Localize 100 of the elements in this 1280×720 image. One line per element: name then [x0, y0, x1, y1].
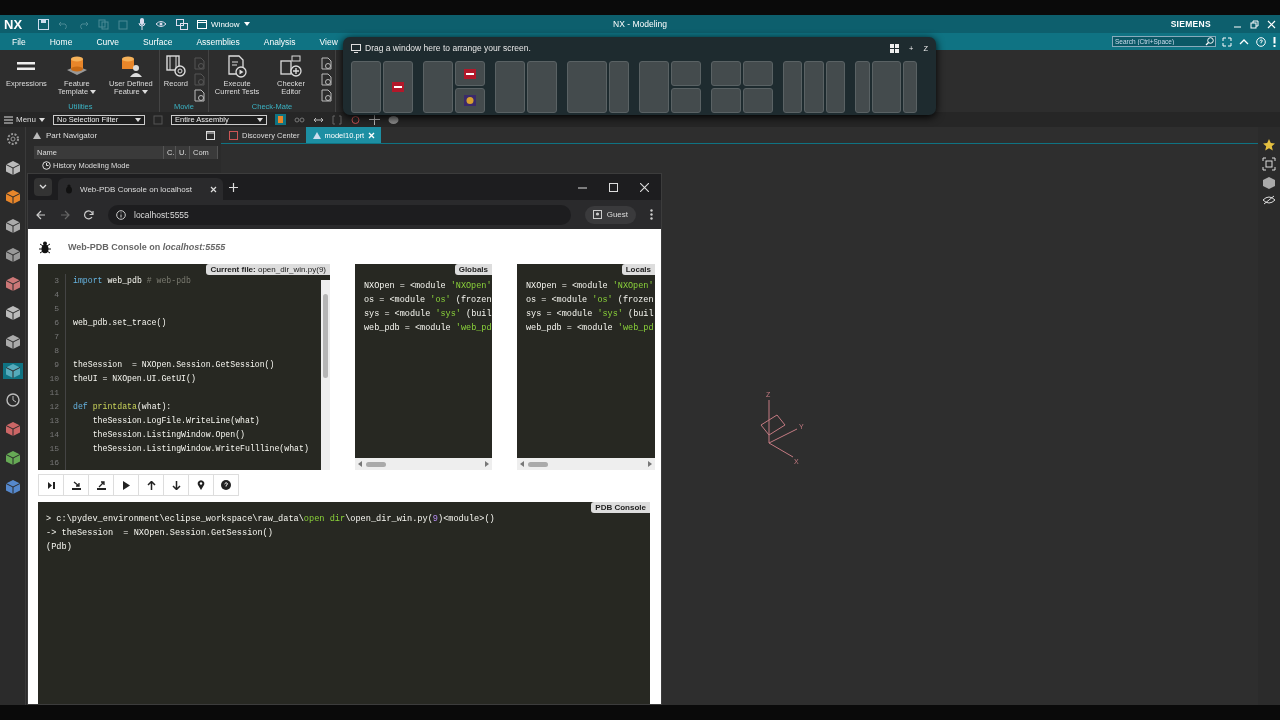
- menu-tab[interactable]: Curve: [96, 34, 120, 49]
- back-icon[interactable]: [36, 209, 46, 220]
- clock-icon: [4, 392, 21, 408]
- menu-tab[interactable]: File: [12, 34, 26, 49]
- cube-icon: [4, 334, 21, 350]
- star-icon[interactable]: [1263, 139, 1275, 151]
- debugger-button[interactable]: [138, 474, 164, 496]
- browser-tab[interactable]: Web-PDB Console on localhost: [58, 178, 223, 200]
- console-line: > c:\pydev_environment\eclipse_workspace\raw_data\open dir\open_dir_win.py(9)<module>(): [45, 513, 496, 526]
- book-icon: [229, 130, 238, 140]
- restore-icon[interactable]: [1250, 19, 1259, 29]
- document-plus-icon: [279, 54, 304, 78]
- variable-line: NXOpen = <module 'NXOpen': [363, 280, 492, 293]
- microphone-icon[interactable]: [138, 18, 147, 30]
- sphere-icon[interactable]: [388, 114, 399, 125]
- cube-icon[interactable]: [1263, 177, 1275, 189]
- maximize-icon[interactable]: [206, 130, 215, 140]
- snap-hint: Drag a window here to arrange your screen.: [365, 43, 531, 53]
- current-file-label: Current file: open_dir_win.py(9): [206, 264, 330, 275]
- address-bar[interactable]: localhost:5555: [108, 204, 571, 225]
- cube-icon: [4, 450, 21, 466]
- scrollbar[interactable]: [517, 458, 655, 470]
- variable-line: NXOpen = <module 'NXOpen': [525, 280, 655, 293]
- maximize-icon[interactable]: [609, 182, 618, 192]
- panel-label: PDB Console: [591, 502, 650, 513]
- eye-slash-icon[interactable]: [1262, 195, 1276, 205]
- line-number: 16: [38, 456, 66, 470]
- scroll-left-icon: [520, 461, 524, 467]
- tab-search-button[interactable]: [34, 178, 52, 196]
- scrollbar[interactable]: [355, 458, 492, 470]
- debugger-button[interactable]: [113, 474, 139, 496]
- variable-line: os = <module 'os' (frozen: [363, 294, 492, 307]
- variable-line: os = <module 'os' (frozen: [525, 294, 655, 307]
- scrollbar-thumb[interactable]: [366, 461, 386, 467]
- app-tile-icon: [464, 68, 476, 79]
- snap-point-icon[interactable]: [350, 114, 361, 125]
- windows-icon[interactable]: [176, 18, 189, 30]
- eye-icon[interactable]: [155, 20, 168, 28]
- scroll-right-icon: [648, 461, 652, 467]
- forward-icon[interactable]: [60, 209, 70, 220]
- monitor-icon: [351, 43, 361, 53]
- debugger-button[interactable]: [188, 474, 214, 496]
- caret-icon: [39, 117, 45, 122]
- windows-key-icon: [890, 43, 899, 53]
- help-icon[interactable]: [1256, 36, 1266, 47]
- close-icon[interactable]: [210, 185, 217, 193]
- menu-tab[interactable]: Surface: [143, 34, 173, 49]
- code-line: theSession = NXOpen.Session.GetSession(): [72, 359, 276, 371]
- document-icon: [193, 57, 206, 70]
- scrollbar-thumb[interactable]: [528, 461, 548, 467]
- link-icon[interactable]: [294, 114, 305, 125]
- arrow-up-icon: [146, 480, 156, 490]
- debugger-button[interactable]: [213, 474, 239, 496]
- step-over-icon: [46, 480, 56, 490]
- app-tile-icon: [392, 82, 404, 92]
- line-number: 13: [38, 414, 66, 428]
- line-number: 8: [38, 344, 66, 358]
- chevron-up-icon[interactable]: [1239, 38, 1249, 45]
- resource-tab[interactable]: [2, 363, 23, 379]
- search-icon: [1205, 37, 1214, 46]
- close-icon[interactable]: [640, 182, 649, 192]
- line-number: 14: [38, 428, 66, 442]
- debugger-button[interactable]: [163, 474, 189, 496]
- debugger-button[interactable]: [38, 474, 64, 496]
- more-icon[interactable]: [650, 209, 653, 220]
- alert-icon[interactable]: [1273, 36, 1276, 47]
- menu-tab[interactable]: Assemblies: [196, 34, 240, 49]
- crosshair-icon[interactable]: [369, 114, 380, 125]
- line-number: 10: [38, 372, 66, 386]
- snap-zone[interactable]: [455, 61, 485, 86]
- person-icon: [592, 210, 602, 219]
- variable-line: web_pdb = <module 'web_pd: [525, 322, 655, 335]
- plus-icon[interactable]: [229, 182, 238, 192]
- profile-button[interactable]: Guest: [584, 205, 636, 224]
- location-pin-icon: [197, 480, 205, 490]
- variable-line: sys = <module 'sys' (buil: [525, 308, 655, 321]
- debugger-button[interactable]: [63, 474, 89, 496]
- scrollbar-thumb[interactable]: [323, 294, 328, 378]
- scrollbar[interactable]: [321, 280, 330, 470]
- menu-tab[interactable]: Analysis: [263, 34, 296, 49]
- menu-tab[interactable]: View: [319, 34, 338, 49]
- document-icon: [320, 89, 333, 102]
- line-number: 12: [38, 400, 66, 414]
- code-line: theSession.LogFile.WriteLine(what): [91, 415, 261, 427]
- console-line: (Pdb): [45, 541, 73, 554]
- menu-tab[interactable]: Home: [49, 34, 73, 49]
- menu-button[interactable]: Menu: [4, 115, 45, 124]
- bug-icon: [64, 184, 74, 194]
- reload-icon[interactable]: [84, 209, 94, 220]
- save-icon[interactable]: [38, 18, 50, 30]
- console-line: -> theSession = NXOpen.Session.GetSession(): [45, 527, 274, 540]
- window-menu[interactable]: Window: [197, 19, 250, 29]
- crest-icon: [464, 95, 476, 106]
- caret-icon: [257, 117, 263, 122]
- fit-view-icon[interactable]: [1262, 157, 1276, 171]
- code-line: web_pdb.set_trace(): [72, 317, 168, 329]
- cube-icon: [4, 189, 21, 205]
- debugger-button[interactable]: [88, 474, 114, 496]
- fullscreen-icon[interactable]: [1222, 36, 1232, 47]
- snap-zone[interactable]: [455, 88, 485, 113]
